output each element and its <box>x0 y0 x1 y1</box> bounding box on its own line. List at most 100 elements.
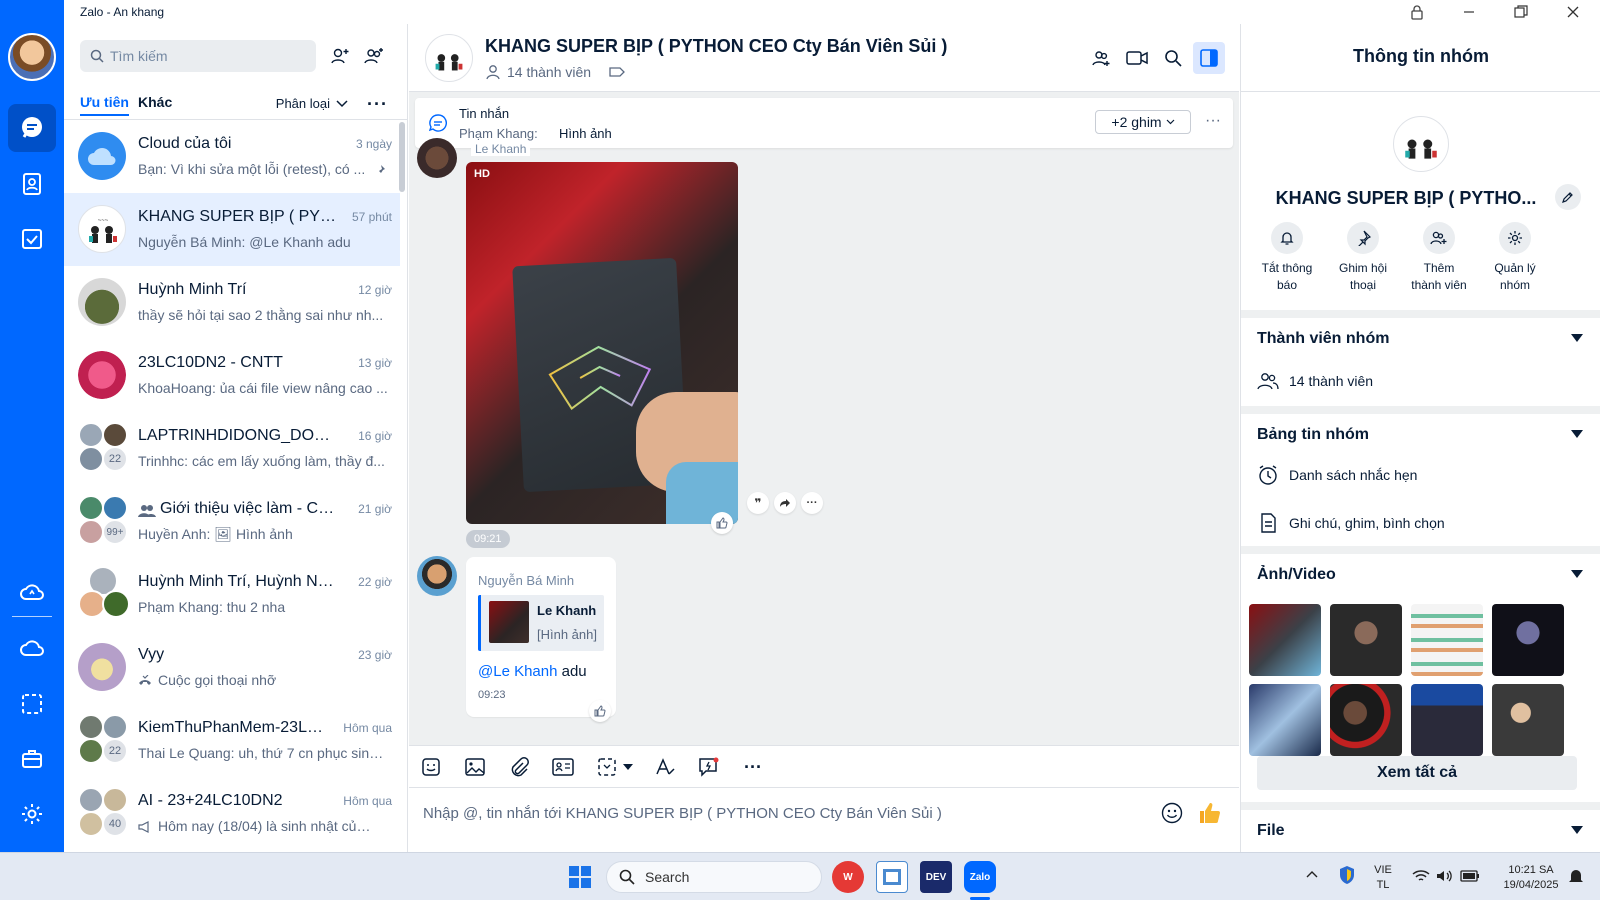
conversation-item[interactable]: 99+ Giới thiệu việc làm - CĐK... 21 giờ … <box>64 485 400 558</box>
pin-conversation-action[interactable]: Ghim hội thoại <box>1327 222 1399 294</box>
quoted-message[interactable]: Le Khanh [Hình ảnh] <box>478 595 604 651</box>
manage-group-action[interactable]: Quản lý nhóm <box>1479 222 1551 294</box>
more-pins-button[interactable]: +2 ghim <box>1095 110 1191 134</box>
image-message[interactable]: HD <box>466 162 738 524</box>
my-cloud-nav-button[interactable] <box>8 624 56 672</box>
like-reaction-button[interactable] <box>711 512 733 534</box>
conversation-item[interactable]: 22 LAPTRINHDIDONG_DONGN... 16 giờ Trinhh… <box>64 412 400 485</box>
user-avatar[interactable] <box>8 33 56 81</box>
todo-nav-button[interactable] <box>8 215 56 263</box>
group-avatar[interactable] <box>425 34 473 82</box>
thumbs-up-icon <box>594 705 606 717</box>
like-reaction-button[interactable] <box>589 700 611 722</box>
minimize-button[interactable] <box>1444 0 1494 24</box>
toggle-info-panel-button[interactable] <box>1193 42 1225 74</box>
wps-app-icon[interactable]: W <box>832 861 864 893</box>
conversation-item[interactable]: 23LC10DN2 - CNTT 13 giờ KhoaHoang: ủa cá… <box>64 339 400 412</box>
reminders-item[interactable]: Danh sách nhắc hẹn <box>1257 464 1417 486</box>
message-more-button[interactable]: ··· <box>801 492 823 514</box>
media-thumbnail[interactable] <box>1492 604 1564 676</box>
quoted-text: [Hình ảnh] <box>537 627 597 642</box>
close-button[interactable] <box>1548 0 1598 24</box>
media-thumbnail[interactable] <box>1411 604 1483 676</box>
media-thumbnail[interactable] <box>1411 684 1483 756</box>
conversation-time: 21 giờ <box>358 502 392 516</box>
zalo-app-icon[interactable]: Zalo <box>964 861 996 893</box>
mute-notifications-action[interactable]: Tắt thông báo <box>1251 222 1323 294</box>
conversation-item[interactable]: 40 AI - 23+24LC10DN2 Hôm qua Hôm nay (18… <box>64 777 400 850</box>
sender-avatar[interactable] <box>417 138 457 178</box>
taskbar-search[interactable]: Search <box>606 861 822 893</box>
add-member-action[interactable]: Thêm thành viên <box>1403 222 1475 294</box>
screenshot-button[interactable] <box>591 751 639 783</box>
media-thumbnail[interactable] <box>1249 604 1321 676</box>
media-thumbnail[interactable] <box>1330 684 1402 756</box>
screenshot-nav-button[interactable] <box>8 680 56 728</box>
sort-dropdown[interactable]: Phân loại <box>276 96 348 111</box>
quote-button[interactable]: ❞ <box>747 492 769 514</box>
conversation-item[interactable]: Huỳnh Minh Trí 12 giờ thầy sẽ hỏi tại sa… <box>64 266 400 339</box>
conversation-item[interactable]: Cloud của tôi 3 ngày Bạn: Vì khi sửa một… <box>64 120 400 193</box>
input-language[interactable]: VIE TL <box>1366 863 1400 893</box>
clock[interactable]: 10:21 SA 19/04/2025 <box>1500 863 1562 893</box>
members-section-title[interactable]: Thành viên nhóm <box>1257 330 1389 348</box>
more-options-icon[interactable]: ··· <box>367 94 388 115</box>
search-icon <box>1165 50 1182 67</box>
quick-message-button[interactable] <box>693 751 725 783</box>
search-chat-button[interactable] <box>1157 42 1189 74</box>
reply-message-bubble[interactable]: Nguyễn Bá Minh Le Khanh [Hình ảnh] @Le K… <box>466 557 616 717</box>
conversation-item[interactable]: Huỳnh Minh Trí, Huỳnh Nhậ... 22 giờ Phạm… <box>64 558 400 631</box>
media-section-title[interactable]: Ảnh/Video <box>1257 566 1336 584</box>
pinned-more-icon[interactable]: ··· <box>1205 112 1221 130</box>
members-count-item[interactable]: 14 thành viên <box>1257 372 1373 390</box>
contacts-nav-button[interactable] <box>8 160 56 208</box>
media-thumbnail[interactable] <box>1492 684 1564 756</box>
media-thumbnail[interactable] <box>1330 604 1402 676</box>
board-section-title[interactable]: Bảng tin nhóm <box>1257 426 1369 444</box>
add-friend-button[interactable] <box>324 40 356 72</box>
lock-icon[interactable] <box>1392 0 1442 24</box>
tab-priority[interactable]: Ưu tiên <box>80 94 129 116</box>
conversation-scrollbar[interactable] <box>399 122 405 192</box>
file-section-title[interactable]: File <box>1257 822 1285 840</box>
cloud-sync-nav-button[interactable] <box>8 568 56 616</box>
pinned-message-bar[interactable]: Tin nhắn Phạm Khang: Hình ảnh +2 ghim ··… <box>415 98 1233 148</box>
edit-group-name-button[interactable] <box>1555 184 1581 210</box>
image-button[interactable] <box>459 751 491 783</box>
restore-button[interactable] <box>1496 0 1546 24</box>
messages-nav-button[interactable] <box>8 104 56 152</box>
sender-avatar[interactable] <box>417 556 457 596</box>
conversation-item[interactable]: 22 KiemThuPhanMem-23LC1... Hôm qua Thai … <box>64 704 400 777</box>
start-button[interactable] <box>564 861 596 893</box>
send-like-button[interactable] <box>1195 798 1225 828</box>
sticker-button[interactable] <box>415 751 447 783</box>
mention-link[interactable]: @Le Khanh <box>478 663 557 680</box>
file-manager-icon[interactable] <box>876 861 908 893</box>
attach-file-button[interactable] <box>503 751 535 783</box>
media-thumbnail[interactable] <box>1249 684 1321 756</box>
add-member-button[interactable] <box>1085 42 1117 74</box>
search-input[interactable] <box>110 48 300 64</box>
message-input[interactable] <box>423 802 1143 824</box>
conversation-item[interactable]: Vyy 23 giờ Cuộc gọi thoại nhỡ <box>64 631 400 704</box>
member-count[interactable]: 14 thành viên <box>485 64 625 80</box>
settings-nav-button[interactable] <box>8 790 56 838</box>
action-label: Tắt thông báo <box>1261 261 1313 292</box>
create-group-button[interactable] <box>358 40 390 72</box>
video-call-button[interactable] <box>1121 42 1153 74</box>
svg-text:~~~: ~~~ <box>98 218 109 224</box>
work-nav-button[interactable] <box>8 735 56 783</box>
toolbar-more-icon[interactable]: ··· <box>737 751 769 783</box>
format-text-button[interactable] <box>649 751 681 783</box>
search-box[interactable] <box>80 40 316 72</box>
group-avatar-large[interactable] <box>1393 116 1449 172</box>
dev-app-icon[interactable]: DEV <box>920 861 952 893</box>
conversation-item-selected[interactable]: ~~~ KHANG SUPER BỊP ( PYTH... 57 phút Ng… <box>64 193 400 266</box>
see-all-media-button[interactable]: Xem tất cả <box>1257 756 1577 790</box>
emoji-button[interactable] <box>1159 800 1185 826</box>
contact-card-button[interactable] <box>547 751 579 783</box>
paperclip-icon <box>511 757 529 777</box>
tab-other[interactable]: Khác <box>138 94 172 110</box>
forward-button[interactable] <box>774 492 796 514</box>
notes-item[interactable]: Ghi chú, ghim, bình chọn <box>1257 512 1445 534</box>
